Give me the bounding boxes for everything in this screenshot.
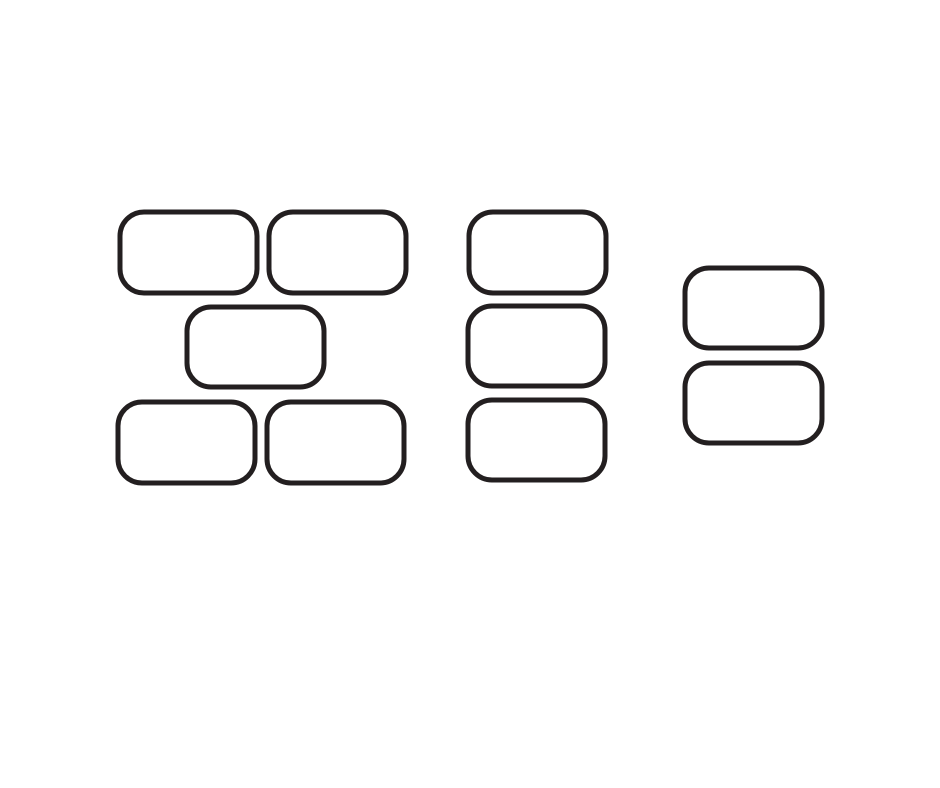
tile-5 — [264, 399, 407, 486]
tile-1 — [466, 209, 609, 296]
tile-2 — [266, 209, 409, 296]
tile-1 — [682, 265, 825, 351]
tile-1 — [117, 209, 260, 296]
tile-2 — [682, 360, 825, 446]
group-three — [465, 209, 609, 483]
tile-3 — [184, 304, 327, 390]
tile-2 — [465, 303, 608, 389]
group-two — [682, 265, 825, 446]
group-five — [115, 209, 409, 486]
tile-groups-diagram — [115, 209, 825, 486]
diagram-canvas — [0, 0, 940, 788]
tile-3 — [465, 397, 608, 483]
tile-4 — [115, 399, 258, 486]
